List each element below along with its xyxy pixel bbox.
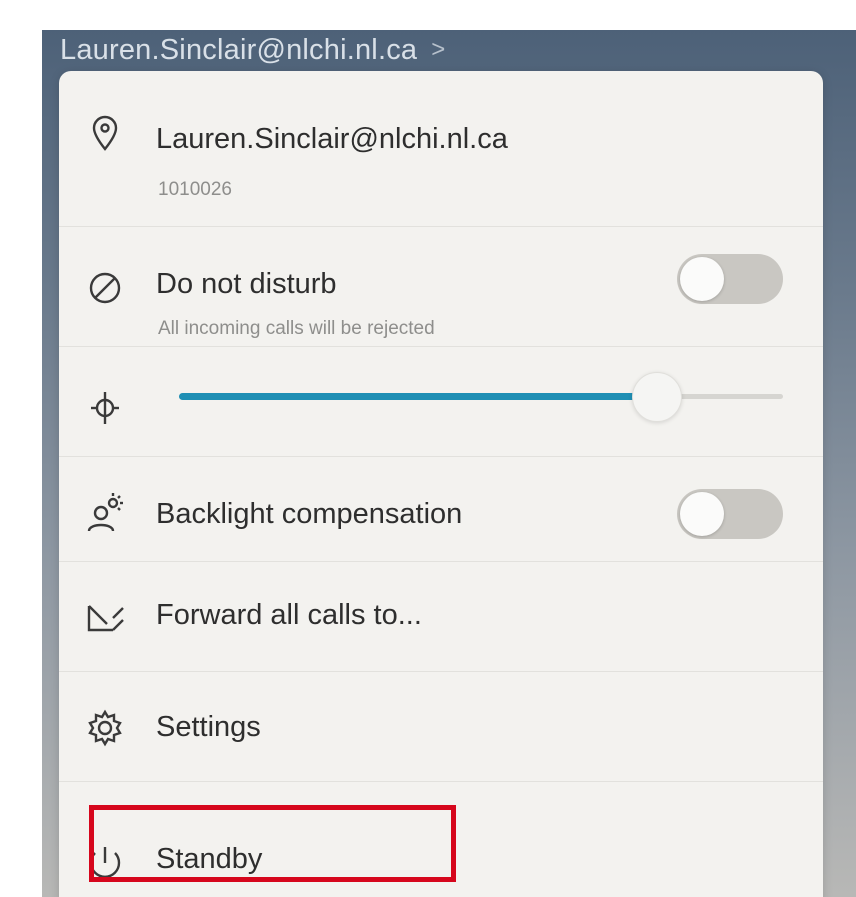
standby-label: Standby <box>156 843 263 875</box>
slider-thumb[interactable] <box>632 372 682 422</box>
power-icon <box>83 841 127 885</box>
brightness-icon <box>83 386 127 430</box>
standby-row[interactable]: Standby <box>59 781 823 897</box>
brightness-row <box>59 346 823 457</box>
settings-label: Settings <box>156 711 261 743</box>
do-not-disturb-row[interactable]: Do not disturb All incoming calls will b… <box>59 226 823 347</box>
slider-fill <box>179 393 656 400</box>
backlight-compensation-row[interactable]: Backlight compensation <box>59 456 823 562</box>
location-pin-icon <box>83 111 127 155</box>
toggle-knob <box>680 257 724 301</box>
gear-icon <box>83 706 127 750</box>
forward-all-calls-row[interactable]: Forward all calls to... <box>59 561 823 672</box>
backlight-compensation-label: Backlight compensation <box>156 498 463 530</box>
forward-arrow-icon <box>83 596 127 640</box>
quick-settings-panel: Lauren.Sinclair@nlchi.nl.ca 1010026 Do n… <box>59 71 823 897</box>
account-row[interactable]: Lauren.Sinclair@nlchi.nl.ca 1010026 <box>59 71 823 227</box>
backlight-person-icon <box>83 491 127 535</box>
do-not-disturb-description: All incoming calls will be rejected <box>158 318 435 339</box>
toggle-knob <box>680 492 724 536</box>
account-name: Lauren.Sinclair@nlchi.nl.ca <box>156 123 508 155</box>
do-not-disturb-label: Do not disturb <box>156 268 337 300</box>
settings-row[interactable]: Settings <box>59 671 823 782</box>
do-not-disturb-toggle[interactable] <box>677 254 783 304</box>
backlight-compensation-toggle[interactable] <box>677 489 783 539</box>
do-not-disturb-icon <box>83 266 127 310</box>
device-screen: Lauren.Sinclair@nlchi.nl.ca > Lauren.Sin… <box>42 30 856 897</box>
forward-all-calls-label: Forward all calls to... <box>156 599 422 631</box>
account-number: 1010026 <box>158 179 232 200</box>
header-account[interactable]: Lauren.Sinclair@nlchi.nl.ca > <box>60 30 445 70</box>
chevron-right-icon: > <box>431 36 446 63</box>
brightness-slider[interactable] <box>179 372 783 422</box>
header-account-name: Lauren.Sinclair@nlchi.nl.ca <box>60 33 418 66</box>
